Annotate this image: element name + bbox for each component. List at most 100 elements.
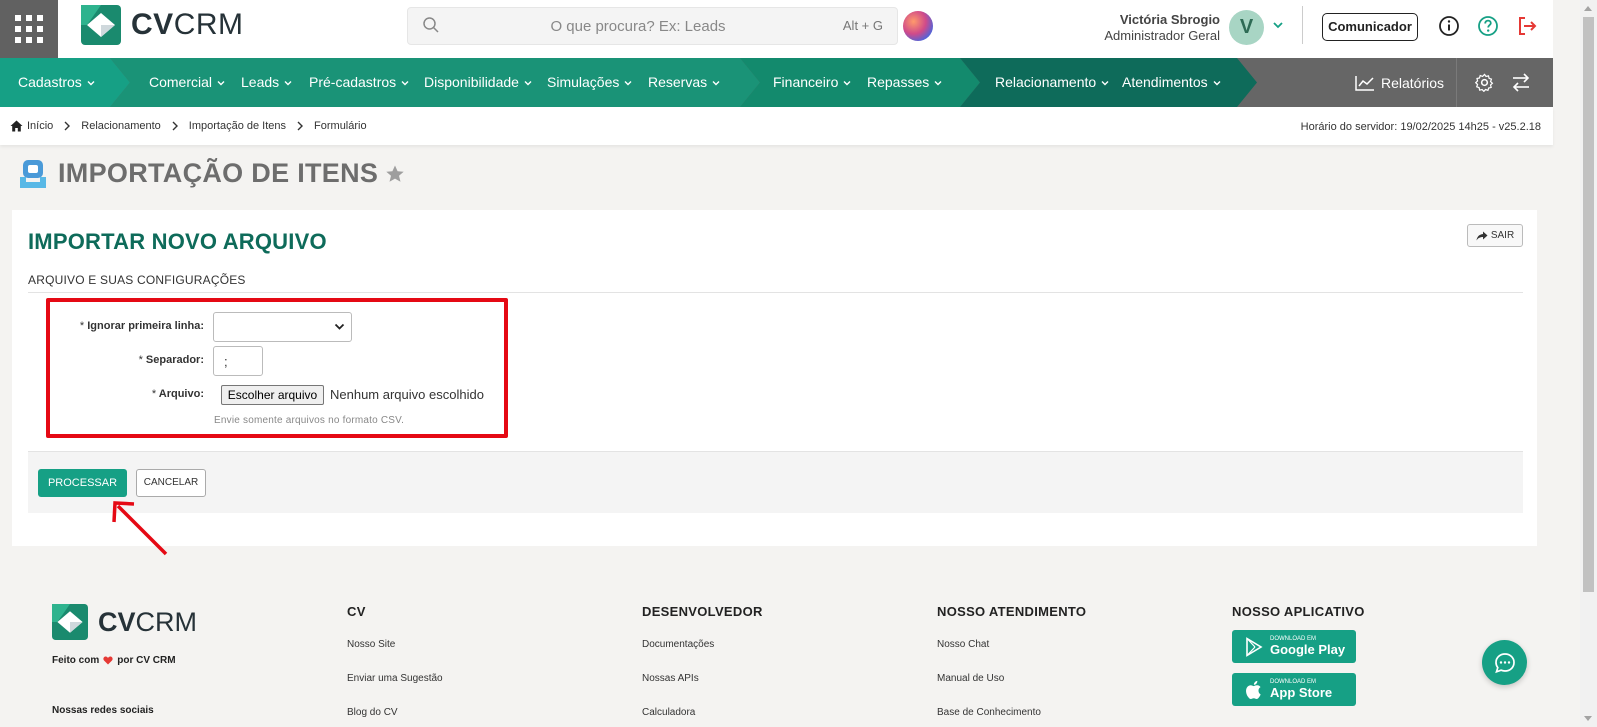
footer-link[interactable]: Nosso Site [347,639,395,650]
logout-icon[interactable] [1516,15,1538,37]
nav-item-cadastros[interactable]: Cadastros [18,58,96,107]
chevron-down-icon [712,80,720,85]
footer-link[interactable]: Blog do CV [347,707,398,718]
breadcrumb-item-importacao[interactable]: Importação de Itens [189,120,286,132]
footer-link[interactable]: Nosso Chat [937,639,989,650]
assistant-orb-icon[interactable] [903,11,933,41]
footer-link[interactable]: Manual de Uso [937,673,1004,684]
footer-column-title: NOSSO ATENDIMENTO [937,604,1087,619]
top-header: CVCRM Alt + G Victória Sbrogio Administr… [0,0,1553,58]
switch-arrows-icon[interactable] [1511,73,1531,92]
logo-text: CVCRM [131,8,244,41]
breadcrumb-item-formulario: Formulário [314,120,367,132]
scroll-down-arrow[interactable] [1584,716,1592,721]
import-page-icon [20,159,46,188]
logo[interactable]: CVCRM [81,5,244,45]
search-icon [423,17,439,33]
apple-icon [1246,680,1261,699]
breadcrumb: Início Relacionamento Importação de Iten… [10,120,367,132]
heart-icon [103,656,113,665]
chevron-down-icon [87,80,95,85]
chat-bubble-icon [1494,652,1515,673]
footer-logo-text: CVCRM [98,606,198,637]
choose-file-button[interactable]: Escolher arquivo [221,385,324,405]
chevron-down-icon [624,80,632,85]
nav-item-leads[interactable]: Leads [241,58,293,107]
google-play-button[interactable]: DOWNLOAD EM Google Play [1232,630,1356,663]
footer-link[interactable]: Documentações [642,639,714,650]
footer-link[interactable]: Enviar uma Sugestão [347,673,443,684]
file-help-text: Envie somente arquivos no formato CSV. [214,415,405,426]
chevron-down-icon [524,80,532,85]
ignore-first-line-label: * Ignorar primeira linha: [79,320,204,332]
page-scrollbar[interactable] [1580,0,1597,727]
breadcrumb-bar: Início Relacionamento Importação de Iten… [0,107,1553,145]
info-icon[interactable] [1438,15,1460,37]
breadcrumb-item-relacionamento[interactable]: Relacionamento [81,120,161,132]
nav-item-financeiro[interactable]: Financeiro [773,58,852,107]
chat-button[interactable] [1482,640,1527,685]
help-icon[interactable] [1477,15,1499,37]
nav-item-disponibilidade[interactable]: Disponibilidade [424,58,533,107]
comunicador-button[interactable]: Comunicador [1322,13,1418,41]
app-store-button[interactable]: DOWNLOAD EM App Store [1232,673,1356,706]
file-row: * Arquivo: [44,388,204,400]
section-divider [28,292,1523,293]
footer-column-desenvolvedor: DESENVOLVEDOR Documentações Nossas APIs … [642,604,763,718]
footer-column-atendimento: NOSSO ATENDIMENTO Nosso Chat Manual de U… [937,604,1087,718]
breadcrumb-item-inicio[interactable]: Início [27,120,53,132]
section-label: ARQUIVO E SUAS CONFIGURAÇÕES [28,273,246,287]
process-button[interactable]: PROCESSAR [38,469,127,497]
avatar[interactable]: V [1229,10,1264,45]
user-name: Victória Sbrogio [1119,12,1220,27]
scroll-thumb[interactable] [1583,17,1594,592]
separator-label: * Separador: [138,354,204,366]
footer-link[interactable]: Calculadora [642,707,695,718]
chevron-down-icon [334,323,345,330]
nav-item-reservas[interactable]: Reservas [648,58,721,107]
gear-icon[interactable] [1475,73,1494,92]
global-search[interactable]: Alt + G [407,7,898,45]
nav-item-comercial[interactable]: Comercial [149,58,226,107]
nav-item-pre-cadastros[interactable]: Pré-cadastros [309,58,410,107]
footer-column-title: NOSSO APLICATIVO [1232,604,1365,619]
footer-column-title: DESENVOLVEDOR [642,604,763,619]
exit-button[interactable]: SAIR [1467,224,1523,247]
form-title: IMPORTAR NOVO ARQUIVO [28,229,327,254]
nav-item-relacionamento[interactable]: Relacionamento [995,58,1110,107]
apps-grid-icon[interactable] [0,0,58,58]
ignore-first-line-select[interactable] [213,312,352,342]
cvcrm-logo-icon [81,5,121,45]
separator-input[interactable]: ; [213,346,263,376]
cvcrm-logo-icon [52,604,88,640]
footer-link[interactable]: Nossas APIs [642,673,699,684]
file-status: Nenhum arquivo escolhido [330,387,484,402]
nav-item-atendimentos[interactable]: Atendimentos [1122,58,1222,107]
main-navigation: Cadastros Comercial Leads Pré-cadastros … [0,58,1553,107]
chevron-down-icon[interactable] [1271,18,1285,32]
google-play-icon [1246,636,1263,657]
chevron-down-icon [217,80,225,85]
favorite-star-icon[interactable] [385,164,405,184]
cancel-button[interactable]: CANCELAR [136,469,206,497]
scroll-up-arrow[interactable] [1584,6,1592,11]
chevron-down-icon [1213,80,1221,85]
nav-item-relatorios[interactable]: Relatórios [1355,58,1444,107]
annotation-arrow-icon [112,501,168,556]
footer-column-cv: CV Nosso Site Enviar uma Sugestão Blog d… [347,604,443,718]
footer-link[interactable]: Base de Conhecimento [937,707,1041,718]
header-divider [1302,6,1303,44]
nav-divider [1456,58,1457,107]
nav-item-simulacoes[interactable]: Simulações [547,58,633,107]
user-info[interactable]: Victória Sbrogio Administrador Geral [1104,12,1220,43]
server-time: Horário do servidor: 19/02/2025 14h25 - … [1300,121,1541,133]
footer-column-title: CV [347,604,366,619]
nav-item-repasses[interactable]: Repasses [867,58,943,107]
chevron-down-icon [401,80,409,85]
import-form-card: IMPORTAR NOVO ARQUIVO SAIR ARQUIVO E SUA… [12,210,1537,546]
search-input[interactable] [448,8,828,44]
footer-column-app: NOSSO APLICATIVO [1232,604,1365,619]
chevron-right-icon [297,121,304,131]
chevron-right-icon [172,121,178,131]
footer-logo[interactable]: CVCRM [52,604,197,640]
